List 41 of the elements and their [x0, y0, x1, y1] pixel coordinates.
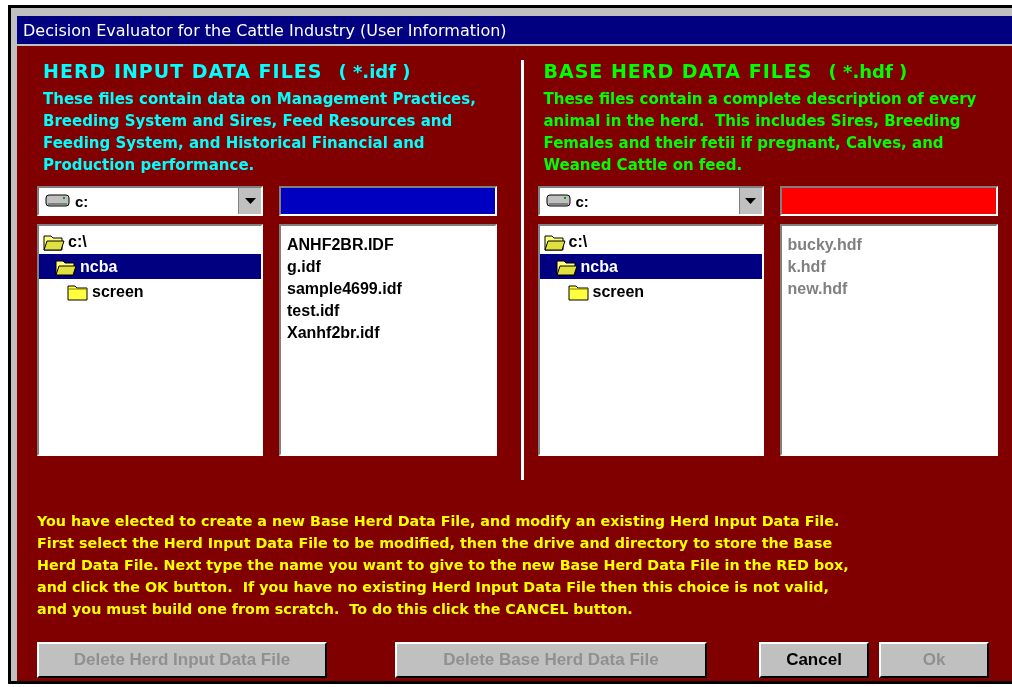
open-folder-icon	[43, 232, 65, 251]
drive-label: c:	[575, 192, 590, 210]
drive-dropdown[interactable]: c:	[537, 186, 764, 216]
section-heading: BASE HERD DATA FILES	[543, 60, 813, 82]
drive-dropdown[interactable]: c:	[37, 186, 263, 216]
directory-tree[interactable]: c:\ ncba screen	[37, 224, 263, 456]
open-folder-icon	[55, 257, 77, 276]
folder-icon	[567, 282, 590, 301]
section-description: These files contain data on Management Practices, Breeding System and Sires, Feed Resources and Feeding System, and Historical Financial and Production performance.	[43, 89, 477, 176]
file-pattern: ( *.hdf )	[828, 61, 908, 82]
drive-icon	[545, 193, 572, 209]
drive-icon	[45, 193, 71, 209]
file-item[interactable]: sample4699.idf	[287, 278, 489, 300]
file-item[interactable]: Xanhf2br.idf	[287, 322, 489, 344]
directory-item[interactable]: screen	[39, 279, 261, 304]
directory-item[interactable]: ncba	[539, 254, 762, 279]
cancel-button[interactable]: Cancel	[759, 642, 869, 678]
directory-tree[interactable]: c:\ ncba screen	[537, 224, 764, 456]
file-name-field[interactable]	[279, 186, 497, 216]
directory-item[interactable]: screen	[539, 279, 762, 304]
open-folder-icon	[555, 257, 578, 276]
file-item[interactable]: ANHF2BR.IDF	[287, 234, 489, 256]
caret-icon	[745, 198, 756, 204]
file-name-field[interactable]	[779, 186, 998, 216]
directory-item[interactable]: c:\	[39, 229, 261, 254]
section-description: These files contain a complete description of every animal in the herd. This includes Sires, Breeding Females and their fetii if pregnant, Calves, and Weaned Cattle on feed.	[543, 89, 978, 176]
file-item[interactable]: test.idf	[287, 300, 489, 322]
instructions-text: You have elected to create a new Base Herd Data File, and modify an existing Herd Input Data File. First select the Herd Input Data File to be modified, then the drive and directory to store the Base Herd Data File. Next type the name you want to give to the new Base Herd Data File in the RED box, and click the OK button. If you have no existing Herd Input Data File then this choice is not valid, and you must build one from scratch. To do this click the CANCEL button.	[37, 512, 850, 619]
dropdown-button[interactable]	[238, 188, 261, 214]
caret-icon	[244, 198, 256, 204]
file-item[interactable]: g.idf	[287, 256, 489, 278]
folder-icon	[67, 282, 89, 301]
dropdown-button[interactable]	[738, 188, 762, 214]
window-title: Decision Evaluator for the Cattle Industry (User Information)	[23, 20, 507, 40]
section-heading: HERD INPUT DATA FILES	[43, 60, 323, 82]
file-pattern: ( *.idf )	[338, 61, 411, 82]
directory-item[interactable]: c:\	[539, 229, 762, 254]
directory-item[interactable]: ncba	[39, 254, 261, 279]
open-folder-icon	[543, 232, 566, 251]
drive-label: c:	[75, 192, 90, 210]
file-list[interactable]: ANHF2BR.IDF g.idf sample4699.idf test.idf Xanhf2br.idf	[279, 224, 497, 456]
